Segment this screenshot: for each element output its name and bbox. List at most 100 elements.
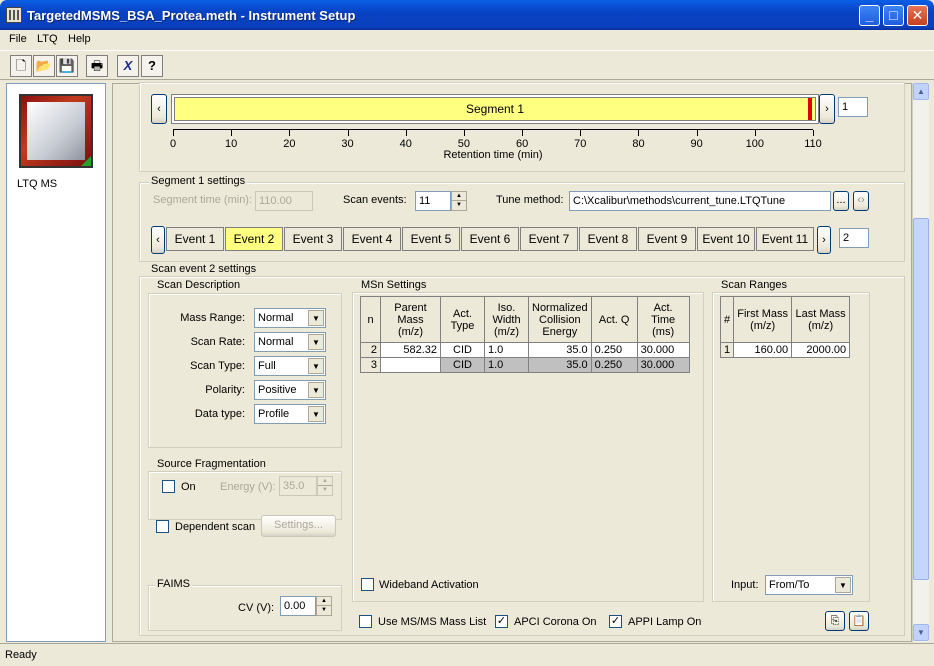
msn-cell[interactable]: 1.0 (484, 342, 529, 358)
scan-desc-select[interactable]: Normal ▼ (254, 308, 326, 328)
msn-cell[interactable]: 0.250 (590, 342, 638, 358)
new-icon[interactable]: 🗋 (10, 55, 32, 77)
bottom-checkbox[interactable]: ✓ (609, 615, 622, 628)
msn-row[interactable]: 3 CID 1.0 35.0 0.250 30.000 (360, 357, 690, 373)
scan-desc-select[interactable]: Positive ▼ (254, 380, 326, 400)
tune-browse-button[interactable]: ... (833, 191, 849, 211)
tune-method-field[interactable]: C:\Xcalibur\methods\current_tune.LTQTune (569, 191, 831, 211)
dependent-scan-checkbox[interactable] (156, 520, 169, 533)
dependent-scan-label: Dependent scan (175, 521, 256, 533)
event-tab-2[interactable]: Event 2 (225, 227, 283, 251)
scan-desc-value: Profile (258, 408, 290, 420)
scan-desc-select[interactable]: Normal ▼ (254, 332, 326, 352)
msn-cell[interactable]: 2 (360, 342, 381, 358)
event-tab-4[interactable]: Event 4 (343, 227, 401, 251)
segment-next-button[interactable]: › (819, 94, 835, 124)
open-icon[interactable]: 📂 (33, 55, 55, 77)
msn-cell[interactable]: CID (440, 342, 485, 358)
segment-end-marker[interactable] (808, 98, 812, 120)
event-tab-9[interactable]: Event 9 (638, 227, 696, 251)
msn-cell[interactable]: CID (440, 357, 485, 373)
event-tab-11[interactable]: Event 11 (756, 227, 814, 251)
msn-cell[interactable]: 30.000 (636, 342, 690, 358)
segment-number-field[interactable]: 1 (838, 97, 868, 117)
scan-ranges-input-select[interactable]: From/To ▼ (765, 575, 853, 595)
segment-track[interactable]: Segment 1 (171, 94, 819, 124)
segment-1-bar[interactable]: Segment 1 (174, 97, 816, 121)
help-icon[interactable]: ? (141, 55, 163, 77)
bottom-checkbox[interactable] (359, 615, 372, 628)
scan-desc-select[interactable]: Profile ▼ (254, 404, 326, 424)
scroll-down-icon[interactable]: ▼ (913, 624, 929, 641)
scan-description-rows: Mass Range: Normal ▼ Scan Rate: Normal ▼ Scan … (148, 308, 342, 428)
scan-ranges-input-value: From/To (769, 579, 810, 591)
save-icon[interactable]: 💾 (56, 55, 78, 77)
print-icon[interactable]: 🖶 (86, 55, 108, 77)
scroll-up-icon[interactable]: ▲ (913, 83, 929, 100)
event-tab-8[interactable]: Event 8 (579, 227, 637, 251)
toolbar: 🗋 📂 💾 🖶 X ? (0, 50, 934, 80)
ltq-instrument-icon[interactable] (19, 94, 93, 168)
vertical-scrollbar[interactable]: ▲ ▼ (912, 83, 929, 642)
msn-cell[interactable]: 35.0 (528, 357, 592, 373)
scan-desc-value: Full (258, 360, 276, 372)
paste-icon[interactable]: 📋 (849, 611, 869, 631)
event-next-button[interactable]: › (817, 226, 831, 254)
msn-settings-title: MSn Settings (359, 279, 429, 291)
msn-cell[interactable]: 3 (360, 357, 381, 373)
msn-cell[interactable]: 582.32 (380, 342, 441, 358)
msn-row[interactable]: 2 582.32 CID 1.0 35.0 0.250 30.000 (360, 342, 690, 358)
msn-cell[interactable]: 1.0 (484, 357, 529, 373)
msn-cell[interactable]: 0.250 (590, 357, 638, 373)
msn-cell[interactable]: 35.0 (528, 342, 592, 358)
ranges-row[interactable]: 1 160.00 2000.00 (719, 342, 851, 358)
event-tab-6[interactable]: Event 6 (461, 227, 519, 251)
event-tab-3[interactable]: Event 3 (284, 227, 342, 251)
event-tab-5[interactable]: Event 5 (402, 227, 460, 251)
scan-desc-select[interactable]: Full ▼ (254, 356, 326, 376)
msn-cell[interactable] (380, 357, 441, 373)
scroll-thumb[interactable] (913, 218, 929, 580)
faims-title: FAIMS (155, 578, 193, 590)
tune-open-button[interactable]: ‹› (853, 191, 869, 211)
scan-desc-label: Polarity: (205, 384, 245, 396)
wideband-activation-checkbox[interactable] (361, 578, 374, 591)
ranges-header: # (719, 296, 735, 343)
event-prev-button[interactable]: ‹ (151, 226, 165, 254)
ranges-cell[interactable]: 160.00 (733, 342, 793, 358)
axis-tick-label: 100 (745, 138, 764, 150)
event-tabs: Event 1 Event 2 Event 3 Event 4 Event 5 Event… (166, 227, 816, 253)
menu-file[interactable]: File (9, 33, 27, 45)
menu-help[interactable]: Help (68, 33, 91, 45)
segment-prev-button[interactable]: ‹ (151, 94, 167, 124)
dependent-settings-button[interactable]: Settings... (261, 515, 336, 537)
event-number-field[interactable]: 2 (839, 228, 869, 248)
scan-events-spinner[interactable]: ▲ ▼ (451, 191, 467, 211)
scan-events-field[interactable]: 11 (415, 191, 451, 211)
chevron-down-icon: ▼ (835, 577, 851, 593)
event-tab-7[interactable]: Event 7 (520, 227, 578, 251)
axis-tick (289, 130, 291, 136)
menu-ltq[interactable]: LTQ (37, 33, 58, 45)
msn-cell[interactable]: 30.000 (636, 357, 690, 373)
maximize-button[interactable]: □ (883, 5, 904, 26)
ranges-cell[interactable]: 2000.00 (791, 342, 851, 358)
event-tab-10[interactable]: Event 10 (697, 227, 755, 251)
ranges-cell[interactable]: 1 (719, 342, 735, 358)
copy-icon[interactable]: ⎘ (825, 611, 845, 631)
event-tab-1[interactable]: Event 1 (166, 227, 224, 251)
faims-cv-field[interactable]: 0.00 (280, 596, 316, 616)
faims-cv-spinner[interactable]: ▲ ▼ (316, 596, 332, 616)
close-button[interactable]: ✕ (907, 5, 928, 26)
minimize-button[interactable]: _ (859, 5, 880, 26)
source-frag-energy-spinner[interactable]: ▲ ▼ (317, 476, 333, 496)
segment-time-field[interactable]: 110.00 (255, 191, 313, 211)
chevron-down-icon: ▼ (308, 358, 324, 374)
msn-table[interactable]: n Parent Mass (m/z) Act. Type Iso. Width (m… (360, 296, 690, 373)
status-bar: Ready (0, 643, 934, 666)
bottom-checkbox[interactable]: ✓ (495, 615, 508, 628)
scan-ranges-table[interactable]: # First Mass (m/z) Last Mass (m/z) 1 160.00 2… (719, 296, 851, 358)
source-frag-on-checkbox[interactable] (162, 480, 175, 493)
cross-icon[interactable]: X (117, 55, 139, 77)
source-frag-energy-field[interactable]: 35.0 (279, 476, 317, 496)
